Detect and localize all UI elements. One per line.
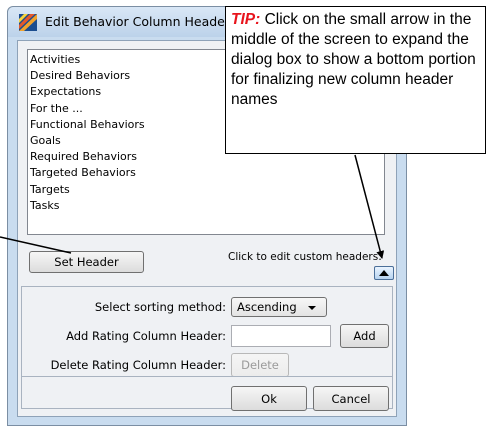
divider (21, 376, 393, 377)
delete-button[interactable]: Delete (231, 353, 289, 377)
add-button[interactable]: Add (340, 324, 389, 348)
delete-header-label: Delete Rating Column Header: (50, 358, 226, 372)
window-title: Edit Behavior Column Headers (45, 14, 237, 29)
sort-method-select[interactable]: Ascending (231, 297, 327, 317)
app-icon (19, 14, 37, 31)
ok-button[interactable]: Ok (231, 386, 307, 411)
tip-callout: TIP: Click on the small arrow in the mid… (225, 6, 486, 154)
set-header-button[interactable]: Set Header (29, 251, 144, 273)
edit-headers-hint: Click to edit custom headers: (228, 251, 382, 263)
list-item[interactable]: Targets (30, 182, 384, 198)
sort-method-value: Ascending (237, 300, 297, 314)
sort-method-label: Select sorting method: (94, 300, 226, 314)
add-header-input[interactable] (231, 325, 331, 347)
chevron-down-icon (308, 306, 316, 310)
add-header-label: Add Rating Column Header: (66, 329, 226, 343)
tip-label: TIP: (231, 11, 261, 28)
list-item[interactable]: Targeted Behaviors (30, 165, 384, 181)
expand-dialog-button[interactable] (374, 266, 394, 280)
up-arrow-icon (379, 270, 389, 276)
cancel-button[interactable]: Cancel (313, 386, 389, 411)
list-item[interactable]: Tasks (30, 198, 384, 214)
tip-text: Click on the small arrow in the middle o… (231, 11, 476, 108)
